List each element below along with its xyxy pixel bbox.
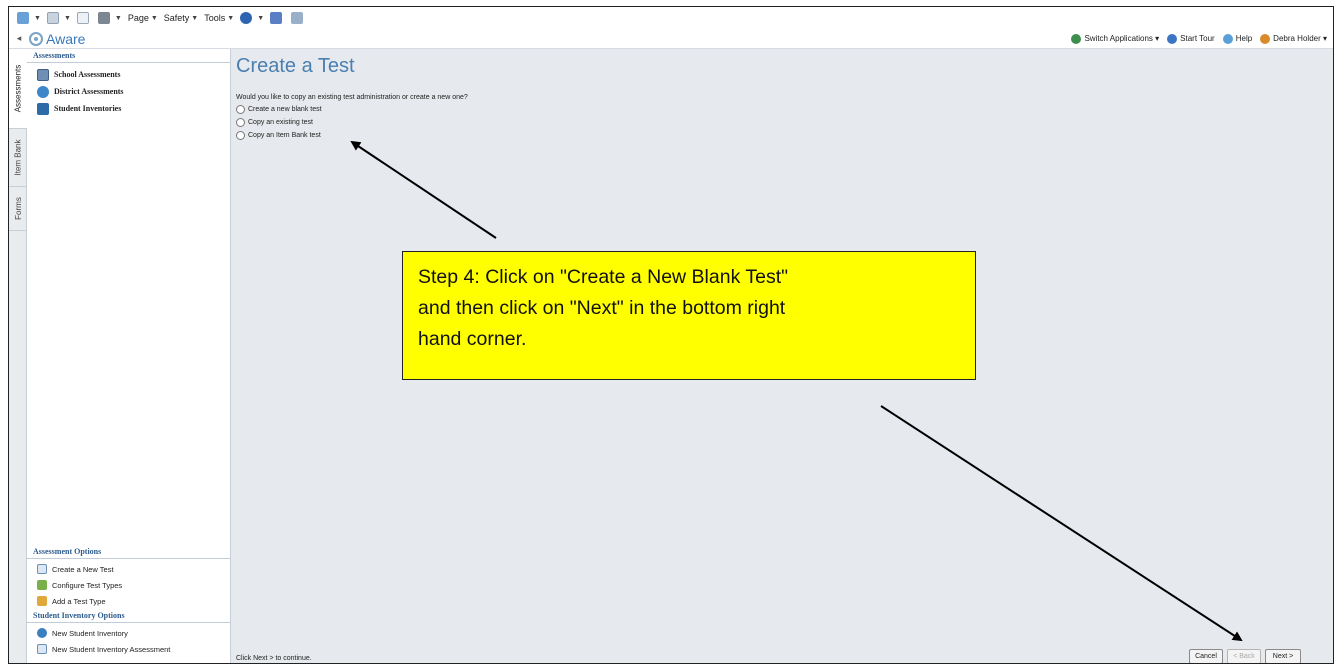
browser-command-bar: ▼ ▼ ▼ Page ▼ Safety ▼ Tools ▼ ▼ xyxy=(9,7,1333,29)
help-link[interactable]: Help xyxy=(1222,33,1253,44)
tab-item-bank-label: Item Bank xyxy=(13,139,23,176)
aware-logo-icon xyxy=(29,31,43,46)
safety-menu-label: Safety xyxy=(163,13,190,23)
onenote-icon[interactable] xyxy=(291,12,306,24)
radio-button[interactable] xyxy=(236,118,245,127)
new-test-icon xyxy=(37,564,47,574)
app-header: ◂ Aware Switch Applications ▾ Start Tour… xyxy=(9,29,1333,49)
radio-create-new-blank-test[interactable]: Create a new blank test xyxy=(236,105,322,114)
tools-menu[interactable]: Tools ▼ xyxy=(204,13,234,23)
radio-button[interactable] xyxy=(236,105,245,114)
option-configure-test-types[interactable]: Configure Test Types xyxy=(27,577,230,593)
option-create-new-test[interactable]: Create a New Test xyxy=(27,561,230,577)
callout-line-3: hand corner. xyxy=(418,328,527,350)
user-menu[interactable]: Debra Holder ▾ xyxy=(1260,33,1327,44)
sidebar: Assessments School Assessments District … xyxy=(27,49,231,663)
tab-forms-label: Forms xyxy=(13,197,23,220)
sidebar-item-school-assessments[interactable]: School Assessments xyxy=(27,66,230,83)
wrench-icon xyxy=(37,580,47,590)
option-label: Configure Test Types xyxy=(52,580,123,590)
help-circle-icon xyxy=(1222,33,1233,44)
radio-copy-item-bank-test[interactable]: Copy an Item Bank test xyxy=(236,131,321,140)
switch-applications-menu[interactable]: Switch Applications ▾ xyxy=(1071,33,1159,44)
radio-label: Copy an existing test xyxy=(248,119,313,126)
switch-apps-icon xyxy=(1071,33,1082,44)
sidebar-section-title: Assessments xyxy=(27,49,230,63)
add-icon xyxy=(37,596,47,606)
option-label: Add a Test Type xyxy=(52,596,106,606)
option-label: Create a New Test xyxy=(52,564,114,574)
collapse-icon[interactable]: ◂ xyxy=(9,33,29,44)
user-icon xyxy=(1260,33,1271,44)
switch-apps-label: Switch Applications xyxy=(1084,34,1153,43)
page-menu[interactable]: Page ▼ xyxy=(128,13,158,23)
sidebar-item-label: Student Inventories xyxy=(54,104,122,113)
radio-label: Copy an Item Bank test xyxy=(248,132,321,139)
app-logo-text: Aware xyxy=(46,30,86,47)
sidebar-item-label: District Assessments xyxy=(54,87,124,96)
radio-label: Create a new blank test xyxy=(248,106,322,113)
tab-forms[interactable]: Forms xyxy=(9,187,27,231)
tour-icon xyxy=(1167,33,1178,44)
callout-line-2: and then click on "Next" in the bottom r… xyxy=(418,297,786,319)
header-actions: Switch Applications ▾ Start Tour Help De… xyxy=(1063,33,1333,44)
option-label: New Student Inventory xyxy=(52,628,128,638)
callout-line-1: Step 4: Click on "Create a New Blank Tes… xyxy=(418,266,789,288)
assessment-options-title: Assessment Options xyxy=(27,545,230,559)
user-name: Debra Holder xyxy=(1273,34,1321,43)
globe-icon xyxy=(37,85,49,98)
research-icon[interactable] xyxy=(270,12,285,24)
option-label: New Student Inventory Assessment xyxy=(52,644,171,654)
sidebar-item-district-assessments[interactable]: District Assessments xyxy=(27,83,230,100)
vertical-tabs: Assessments Item Bank Forms xyxy=(9,49,27,663)
app-logo: Aware xyxy=(29,31,85,47)
tools-menu-label: Tools xyxy=(204,13,226,23)
home-icon[interactable]: ▼ xyxy=(17,12,41,24)
question-text: Would you like to copy an existing test … xyxy=(236,94,468,101)
tab-item-bank[interactable]: Item Bank xyxy=(9,129,27,187)
start-tour-link[interactable]: Start Tour xyxy=(1167,33,1215,44)
tab-assessments[interactable]: Assessments xyxy=(9,49,27,129)
help-label: Help xyxy=(1235,34,1253,43)
back-button[interactable]: < Back xyxy=(1227,649,1261,663)
option-add-test-type[interactable]: Add a Test Type xyxy=(27,593,230,609)
print-icon[interactable]: ▼ xyxy=(97,12,122,24)
start-tour-label: Start Tour xyxy=(1180,34,1215,43)
sidebar-options: Assessment Options Create a New Test Con… xyxy=(27,545,230,657)
next-button[interactable]: Next > xyxy=(1265,649,1301,663)
tab-assessments-label: Assessments xyxy=(13,64,23,113)
sidebar-item-student-inventories[interactable]: Student Inventories xyxy=(27,100,230,117)
grid-icon xyxy=(37,68,49,81)
instruction-callout: Step 4: Click on "Create a New Blank Tes… xyxy=(402,251,976,380)
option-new-student-inventory[interactable]: New Student Inventory xyxy=(27,625,230,641)
radio-button[interactable] xyxy=(236,131,245,140)
mail-icon[interactable] xyxy=(76,12,92,24)
page-title: Create a Test xyxy=(236,55,355,77)
radio-copy-existing-test[interactable]: Copy an existing test xyxy=(236,118,313,127)
new-test-icon xyxy=(37,644,47,654)
option-new-student-inventory-assessment[interactable]: New Student Inventory Assessment xyxy=(27,641,230,657)
cancel-button[interactable]: Cancel xyxy=(1189,649,1223,663)
book-icon xyxy=(37,102,49,115)
footer-hint: Click Next > to continue. xyxy=(236,655,312,662)
sidebar-item-label: School Assessments xyxy=(54,70,121,79)
help-icon[interactable]: ▼ xyxy=(240,12,264,24)
safety-menu[interactable]: Safety ▼ xyxy=(164,13,198,23)
page-menu-label: Page xyxy=(127,13,149,23)
student-options-title: Student Inventory Options xyxy=(27,609,230,623)
inventory-icon xyxy=(37,628,47,638)
feeds-icon[interactable]: ▼ xyxy=(46,12,71,24)
